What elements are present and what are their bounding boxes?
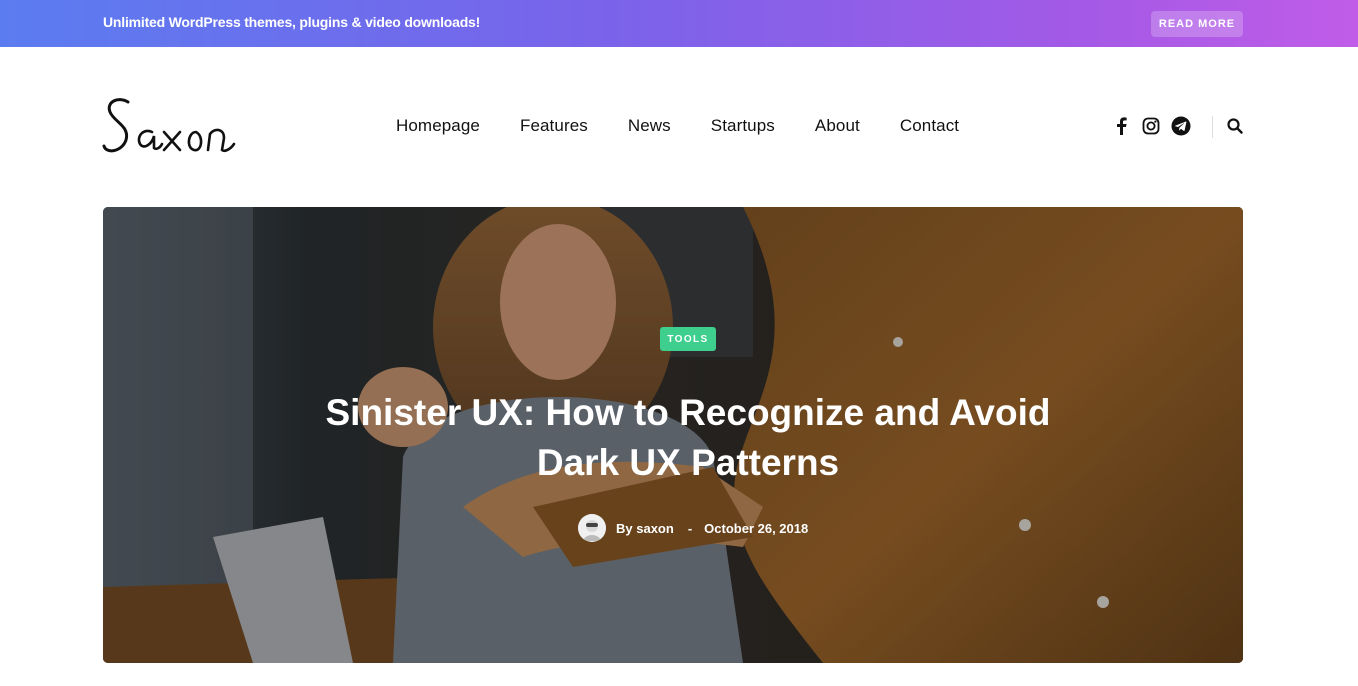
nav-item-startups[interactable]: Startups	[711, 116, 775, 136]
nav-item-about[interactable]: About	[815, 116, 860, 136]
telegram-icon[interactable]	[1170, 115, 1192, 137]
search-icon[interactable]	[1226, 117, 1244, 135]
instagram-icon[interactable]	[1140, 115, 1162, 137]
logo-script-icon	[102, 98, 236, 153]
post-title[interactable]: Sinister UX: How to Recognize and Avoid …	[290, 388, 1086, 488]
post-date: October 26, 2018	[704, 520, 809, 536]
promo-bar: Unlimited WordPress themes, plugins & vi…	[0, 0, 1358, 47]
meta-separator: -	[687, 520, 693, 536]
avatar[interactable]	[578, 514, 606, 542]
site-logo[interactable]	[100, 92, 242, 162]
nav-item-contact[interactable]: Contact	[900, 116, 959, 136]
nav-item-features[interactable]: Features	[520, 116, 588, 136]
post-meta: By saxon - October 26, 2018	[578, 514, 808, 542]
header-divider	[1212, 116, 1213, 138]
nav-item-news[interactable]: News	[628, 116, 671, 136]
nav-item-homepage[interactable]: Homepage	[396, 116, 480, 136]
read-more-button[interactable]: READ MORE	[1151, 11, 1243, 37]
facebook-icon[interactable]	[1110, 115, 1132, 137]
post-author[interactable]: By saxon	[616, 521, 674, 536]
category-tag[interactable]: TOOLS	[660, 327, 716, 351]
social-links	[1110, 115, 1200, 137]
promo-message: Unlimited WordPress themes, plugins & vi…	[103, 14, 481, 30]
main-nav: Homepage Features News Startups About Co…	[396, 116, 999, 136]
